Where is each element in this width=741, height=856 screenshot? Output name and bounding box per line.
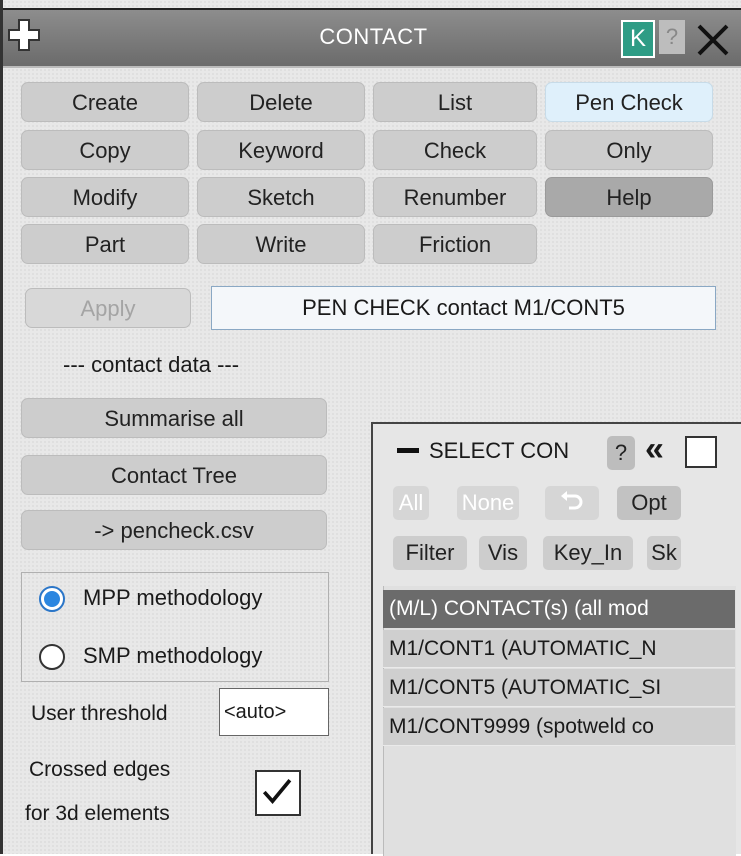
collapse-icon[interactable]: «	[645, 430, 664, 469]
close-icon[interactable]	[693, 20, 733, 60]
threshold-input[interactable]: <auto>	[219, 688, 329, 736]
list-item[interactable]: M1/CONT9999 (spotweld co	[383, 708, 735, 746]
select-title: SELECT CON	[429, 438, 570, 463]
create-button[interactable]: Create	[21, 82, 189, 122]
part-button[interactable]: Part	[21, 224, 189, 264]
crossed-edges-label: Crossed edges	[29, 758, 171, 781]
keyword-k-button[interactable]: K	[621, 20, 655, 58]
contact-panel: CONTACT K ? Create Delete List Pen Check…	[0, 0, 741, 856]
undo-button[interactable]	[545, 486, 599, 520]
contact-tree-button[interactable]: Contact Tree	[21, 455, 327, 495]
key-in-button[interactable]: Key_In	[543, 536, 633, 570]
help-question-button[interactable]: ?	[659, 20, 685, 54]
mpp-radio[interactable]	[39, 586, 65, 612]
minimize-icon[interactable]	[397, 448, 419, 454]
list-header[interactable]: (M/L) CONTACT(s) (all mod	[383, 590, 735, 628]
title-bar[interactable]: CONTACT K ?	[3, 8, 741, 68]
apply-button[interactable]: Apply	[25, 288, 191, 328]
sketch-button[interactable]: Sketch	[197, 177, 365, 217]
command-display: PEN CHECK contact M1/CONT5	[211, 286, 716, 330]
select-all-button[interactable]: All	[393, 486, 429, 520]
pen-check-button[interactable]: Pen Check	[545, 82, 713, 122]
select-none-button[interactable]: None	[457, 486, 519, 520]
pencheck-csv-button[interactable]: -> pencheck.csv	[21, 510, 327, 550]
filter-button[interactable]: Filter	[393, 536, 467, 570]
select-contact-panel: SELECT CON ? « All None Opt Filter Vis K…	[371, 422, 741, 856]
select-help-button[interactable]: ?	[607, 436, 635, 470]
sketch-select-button[interactable]: Sk	[647, 536, 681, 570]
smp-radio[interactable]	[39, 644, 65, 670]
list-item[interactable]: M1/CONT1 (AUTOMATIC_N	[383, 630, 735, 668]
threshold-label: User threshold	[31, 702, 168, 725]
toggle-box[interactable]	[685, 436, 717, 468]
modify-button[interactable]: Modify	[21, 177, 189, 217]
smp-label: SMP methodology	[83, 643, 263, 668]
only-button[interactable]: Only	[545, 130, 713, 170]
list-button[interactable]: List	[373, 82, 537, 122]
copy-button[interactable]: Copy	[21, 130, 189, 170]
summarise-all-button[interactable]: Summarise all	[21, 398, 327, 438]
checkmark-icon	[262, 779, 292, 805]
help-button[interactable]: Help	[545, 177, 713, 217]
crossed-edges-label-2: for 3d elements	[25, 802, 170, 825]
write-button[interactable]: Write	[197, 224, 365, 264]
vis-button[interactable]: Vis	[479, 536, 527, 570]
friction-button[interactable]: Friction	[373, 224, 537, 264]
undo-icon	[561, 491, 583, 510]
renumber-button[interactable]: Renumber	[373, 177, 537, 217]
check-button[interactable]: Check	[373, 130, 537, 170]
crossed-edges-checkbox[interactable]	[255, 770, 301, 816]
keyword-button[interactable]: Keyword	[197, 130, 365, 170]
delete-button[interactable]: Delete	[197, 82, 365, 122]
contact-data-header: --- contact data ---	[63, 352, 240, 377]
mpp-label: MPP methodology	[83, 585, 263, 610]
list-item[interactable]: M1/CONT5 (AUTOMATIC_SI	[383, 669, 735, 707]
opt-button[interactable]: Opt	[617, 486, 681, 520]
